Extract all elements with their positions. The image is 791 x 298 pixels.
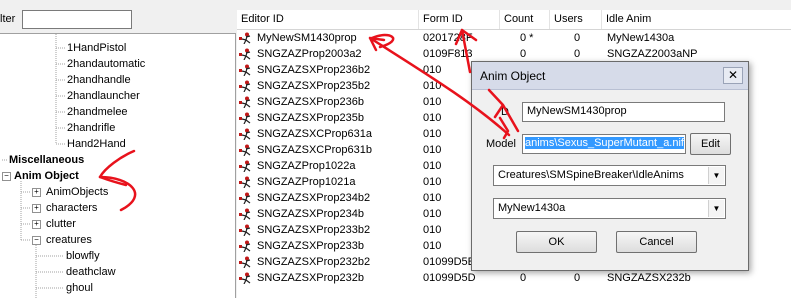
cell-idle-anim: MyNew1430a	[607, 32, 675, 44]
cell-editor-id: SNGZAZSXProp235b2	[257, 80, 371, 92]
cell-count: 0	[520, 48, 527, 60]
anim-object-icon	[239, 80, 251, 92]
category-tree[interactable]: 1HandPistol 2handautomatic 2handhandle 2…	[0, 33, 236, 298]
cell-editor-id: SNGZAZSXCProp631b	[257, 144, 372, 156]
column-header-form-id[interactable]: Form ID	[419, 10, 500, 29]
cell-editor-id: SNGZAZProp1021a	[257, 176, 356, 188]
folder-value: Creatures\SMSpineBreaker\IdleAnims	[498, 169, 684, 181]
cell-editor-id: SNGZAZSXProp236b2	[257, 64, 371, 76]
cell-count: 0	[520, 272, 527, 284]
cell-editor-id: SNGZAZSXProp235b	[257, 112, 364, 124]
anim-object-icon	[239, 192, 251, 204]
cell-editor-id: SNGZAZSXProp236b	[257, 96, 364, 108]
model-value: anims\Sexus_SuperMutant_a.nif	[525, 137, 684, 149]
filter-input[interactable]	[22, 10, 132, 29]
cell-idle-anim: SNGZAZ2003aNP	[607, 48, 698, 60]
cell-editor-id: SNGZAZSXProp234b2	[257, 192, 371, 204]
cell-editor-id: SNGZAZSXProp234b	[257, 208, 364, 220]
cell-editor-id: SNGZAZProp2003a2	[257, 48, 362, 60]
anim-object-icon	[239, 272, 251, 284]
cell-users: 0	[574, 32, 581, 44]
anim-object-icon	[239, 96, 251, 108]
dialog-title: Anim Object	[480, 69, 546, 83]
anim-object-dialog: Anim Object ✕ D MyNewSM1430prop Model an…	[471, 61, 749, 271]
list-header: Editor ID Form ID Count Users Idle Anim	[237, 10, 791, 30]
cell-form-id: 0201728F	[423, 32, 473, 44]
cell-form-id: 01099D5D	[423, 272, 476, 284]
cell-form-id: 0109F813	[423, 48, 473, 60]
cell-editor-id: SNGZAZSXProp232b	[257, 272, 364, 284]
id-field[interactable]: MyNewSM1430prop	[522, 102, 725, 122]
anim-object-icon	[239, 208, 251, 220]
cancel-button[interactable]: Cancel	[616, 231, 697, 253]
anim-object-icon	[239, 240, 251, 252]
anim-object-icon	[239, 256, 251, 268]
anim-object-icon	[239, 224, 251, 236]
cell-count: 0 *	[520, 32, 534, 44]
cell-editor-id: SNGZAZSXProp233b	[257, 240, 364, 252]
cell-editor-id: SNGZAZSXProp233b2	[257, 224, 371, 236]
cell-editor-id: SNGZAZSXCProp631a	[257, 128, 372, 140]
anim-object-icon	[239, 160, 251, 172]
model-field[interactable]: anims\Sexus_SuperMutant_a.nif	[522, 134, 686, 154]
model-label: Model	[486, 138, 516, 150]
ok-button[interactable]: OK	[516, 231, 597, 253]
table-row[interactable]: SNGZAZProp2003a2 0109F813 0 0 SNGZAZ2003aNP	[237, 46, 791, 62]
column-header-editor-id[interactable]: Editor ID	[237, 10, 419, 29]
column-header-count[interactable]: Count	[500, 10, 550, 29]
chevron-down-icon[interactable]: ▼	[708, 200, 724, 217]
idle-anim-dropdown[interactable]: MyNew1430a ▼	[493, 198, 726, 219]
column-header-users[interactable]: Users	[550, 10, 602, 29]
anim-object-icon	[239, 112, 251, 124]
anim-object-icon	[239, 144, 251, 156]
anim-object-icon	[239, 32, 251, 44]
filter-bar: lter	[0, 0, 236, 32]
close-icon[interactable]: ✕	[723, 67, 743, 84]
cell-users: 0	[574, 48, 581, 60]
cell-editor-id: MyNewSM1430prop	[257, 32, 357, 44]
anim-object-icon	[239, 128, 251, 140]
edit-button[interactable]: Edit	[690, 133, 731, 155]
anim-object-icon	[239, 176, 251, 188]
column-header-idle-anim[interactable]: Idle Anim	[602, 10, 791, 29]
id-label: D	[501, 106, 509, 118]
table-row[interactable]: SNGZAZSXProp232b 01099D5D 0 0 SNGZAZSX232b	[237, 270, 791, 286]
filter-label: lter	[0, 13, 16, 25]
anim-object-icon	[239, 48, 251, 60]
table-row[interactable]: MyNewSM1430prop 0201728F 0 * 0 MyNew1430a	[237, 30, 791, 46]
dialog-title-bar[interactable]: Anim Object ✕	[472, 62, 748, 90]
chevron-down-icon[interactable]: ▼	[708, 167, 724, 184]
idle-anim-value: MyNew1430a	[498, 202, 566, 214]
folder-dropdown[interactable]: Creatures\SMSpineBreaker\IdleAnims ▼	[493, 165, 726, 186]
anim-object-icon	[239, 64, 251, 76]
tree-lines	[2, 34, 65, 298]
cell-idle-anim: SNGZAZSX232b	[607, 272, 691, 284]
cell-editor-id: SNGZAZProp1022a	[257, 160, 356, 172]
cell-users: 0	[574, 272, 581, 284]
cell-editor-id: SNGZAZSXProp232b2	[257, 256, 371, 268]
